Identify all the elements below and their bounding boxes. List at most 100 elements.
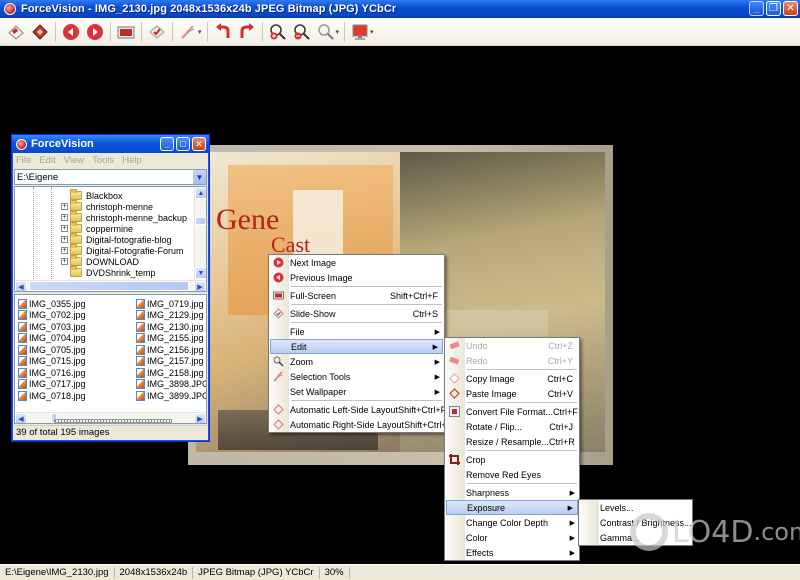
navigator-title-bar[interactable]: ForceVision _ □ ✕: [12, 135, 209, 153]
expand-icon[interactable]: +: [61, 247, 68, 254]
menu-tools[interactable]: Tools: [92, 155, 114, 166]
file-item[interactable]: IMG_0702.jpg: [18, 310, 86, 321]
menu-item-file[interactable]: File ▶: [269, 324, 444, 339]
menu-item-selection-tools[interactable]: Selection Tools ▶: [269, 369, 444, 384]
minimize-button[interactable]: _: [749, 1, 764, 16]
undo-button[interactable]: [213, 22, 233, 42]
expand-icon[interactable]: +: [61, 214, 68, 221]
menu-item-crop[interactable]: Crop: [445, 452, 579, 467]
menu-file[interactable]: File: [16, 155, 31, 166]
next-image-button[interactable]: [85, 22, 105, 42]
previous-image-button[interactable]: [61, 22, 81, 42]
menu-item-next-image[interactable]: Next Image: [269, 255, 444, 270]
scroll-right-icon[interactable]: ▶: [194, 413, 206, 423]
menu-edit[interactable]: Edit: [39, 155, 55, 166]
scroll-left-icon[interactable]: ◀: [15, 413, 27, 423]
file-item[interactable]: IMG_2129.jpg: [136, 310, 204, 321]
menu-item-set-wallpaper[interactable]: Set Wallpaper ▶: [269, 384, 444, 399]
menu-view[interactable]: View: [64, 155, 84, 166]
set-wallpaper-button[interactable]: [350, 22, 370, 42]
slide-show-button[interactable]: [147, 22, 167, 42]
path-combobox[interactable]: E:\Eigene ▼: [14, 169, 207, 185]
expand-icon[interactable]: +: [61, 203, 68, 210]
folder-item[interactable]: + Digital-fotografie-blog: [61, 233, 172, 245]
menu-item-color[interactable]: Color ▶: [445, 530, 579, 545]
menu-item-paste-image[interactable]: Paste Image Ctrl+V: [445, 386, 579, 401]
navigator-minimize-button[interactable]: _: [160, 137, 174, 151]
file-item[interactable]: IMG_3898.JPG: [136, 379, 206, 390]
menu-item-sharpness[interactable]: Sharpness ▶: [445, 485, 579, 500]
selection-tools-button[interactable]: [178, 22, 198, 42]
folder-item[interactable]: + Digital-Fotografie-Forum: [61, 244, 184, 256]
folder-item[interactable]: Blackbox: [70, 189, 123, 201]
menu-item-resize-resample[interactable]: Resize / Resample... Ctrl+R: [445, 434, 579, 449]
restore-button[interactable]: ❐: [766, 1, 781, 16]
expand-icon[interactable]: +: [61, 258, 68, 265]
menu-item-automatic-left-side-layout[interactable]: Automatic Left-Side Layout Shift+Ctrl+F1: [269, 402, 451, 417]
dropdown-arrow-icon[interactable]: ▾: [336, 28, 340, 36]
folder-item[interactable]: + christoph-menne_backup: [61, 211, 187, 223]
menu-item-edit[interactable]: Edit ▶: [270, 339, 443, 354]
expand-icon[interactable]: +: [61, 236, 68, 243]
zoom-button[interactable]: [316, 22, 336, 42]
scroll-thumb[interactable]: [195, 217, 206, 225]
image-file-icon: [18, 390, 27, 401]
file-item[interactable]: IMG_0716.jpg: [18, 367, 86, 378]
menu-item-previous-image[interactable]: Previous Image: [269, 270, 444, 285]
toolbar-separator: [344, 21, 346, 42]
tree-horizontal-scrollbar[interactable]: ◀ ▶: [15, 280, 206, 291]
dropdown-arrow-icon[interactable]: ▾: [370, 28, 374, 36]
file-item[interactable]: IMG_0355.jpg: [18, 298, 86, 309]
menu-item-effects[interactable]: Effects ▶: [445, 545, 579, 560]
navigator-maximize-button[interactable]: □: [176, 137, 190, 151]
scroll-right-icon[interactable]: ▶: [194, 281, 206, 291]
redo-button[interactable]: [237, 22, 257, 42]
menu-item-automatic-right-side-layout[interactable]: Automatic Right-Side Layout Shift+Ctrl+F2: [269, 417, 457, 432]
file-item[interactable]: IMG_3899.JPG: [136, 390, 206, 401]
open-button[interactable]: [6, 22, 26, 42]
file-item[interactable]: IMG_0719.jpg: [136, 298, 204, 309]
expand-icon[interactable]: +: [61, 225, 68, 232]
tree-vertical-scrollbar[interactable]: ▲ ▼: [194, 187, 206, 279]
dropdown-arrow-icon[interactable]: ▾: [198, 28, 202, 36]
file-item[interactable]: IMG_2155.jpg: [136, 333, 204, 344]
close-button[interactable]: ✕: [783, 1, 798, 16]
menu-item-copy-image[interactable]: Copy Image Ctrl+C: [445, 371, 579, 386]
folder-item[interactable]: DVDShrink_temp: [70, 266, 156, 278]
scroll-left-icon[interactable]: ◀: [15, 281, 27, 291]
file-item[interactable]: IMG_0705.jpg: [18, 344, 86, 355]
file-name: IMG_2156.jpg: [147, 344, 204, 355]
menu-item-zoom[interactable]: Zoom ▶: [269, 354, 444, 369]
file-item[interactable]: IMG_0717.jpg: [18, 379, 86, 390]
menu-help[interactable]: Help: [122, 155, 142, 166]
chevron-down-icon[interactable]: ▼: [192, 170, 206, 184]
menu-item-remove-red-eyes[interactable]: Remove Red Eyes: [445, 467, 579, 482]
file-item[interactable]: IMG_2156.jpg: [136, 344, 204, 355]
scroll-down-icon[interactable]: ▼: [195, 267, 206, 279]
menu-item-shortcut: Ctrl+V: [547, 388, 573, 399]
file-item[interactable]: IMG_0715.jpg: [18, 356, 86, 367]
full-screen-button[interactable]: [116, 22, 136, 42]
zoom-in-button[interactable]: [268, 22, 288, 42]
menu-item-change-color-depth[interactable]: Change Color Depth ▶: [445, 515, 579, 530]
menu-item-convert-file-format[interactable]: Convert File Format... Ctrl+F: [445, 404, 579, 419]
file-item[interactable]: IMG_2158.jpg: [136, 367, 204, 378]
navigator-close-button[interactable]: ✕: [192, 137, 206, 151]
scroll-up-icon[interactable]: ▲: [195, 187, 206, 199]
scroll-thumb[interactable]: [29, 281, 189, 291]
folder-label: DVDShrink_temp: [86, 267, 156, 278]
menu-item-slide-show[interactable]: Slide-Show Ctrl+S: [269, 306, 444, 321]
panel-splitter[interactable]: [54, 419, 172, 423]
menu-item-exposure[interactable]: Exposure ▶: [446, 500, 578, 515]
image-file-icon: [136, 344, 145, 355]
watermark: LO4D.com: [630, 513, 800, 551]
file-item[interactable]: IMG_2130.jpg: [136, 321, 204, 332]
menu-item-full-screen[interactable]: Full-Screen Shift+Ctrl+F: [269, 288, 444, 303]
file-item[interactable]: IMG_0718.jpg: [18, 390, 86, 401]
save-button[interactable]: [30, 22, 50, 42]
menu-item-rotate-flip[interactable]: Rotate / Flip... Ctrl+J: [445, 419, 579, 434]
zoom-out-button[interactable]: [292, 22, 312, 42]
file-item[interactable]: IMG_2157.jpg: [136, 356, 204, 367]
file-item[interactable]: IMG_0704.jpg: [18, 333, 86, 344]
file-item[interactable]: IMG_0703.jpg: [18, 321, 86, 332]
